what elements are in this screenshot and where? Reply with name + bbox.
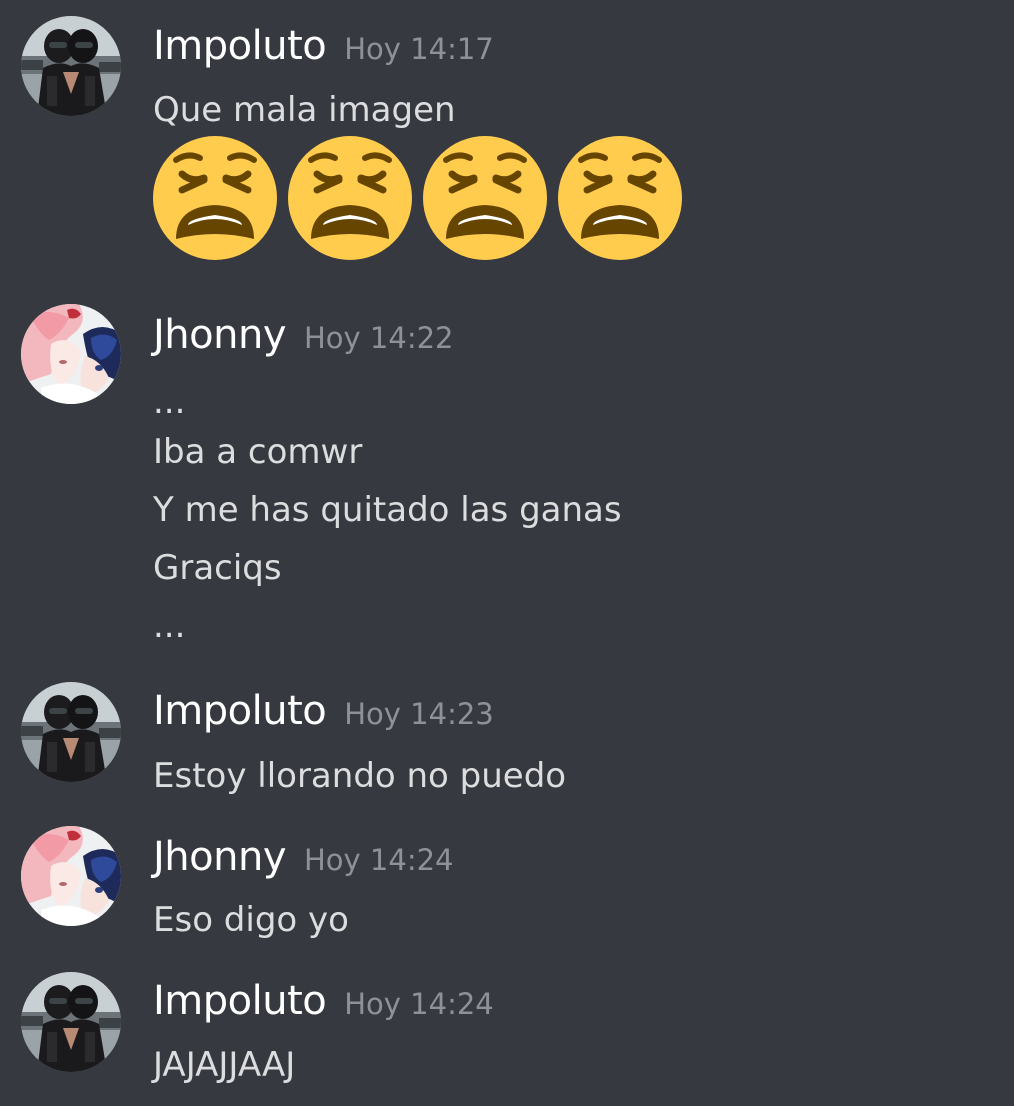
message-header: Impoluto Hoy 14:23	[153, 688, 494, 734]
timestamp: Hoy 14:24	[304, 843, 454, 877]
timestamp: Hoy 14:23	[344, 697, 494, 731]
avatar[interactable]	[21, 16, 121, 116]
message-text: Estoy llorando no puedo	[153, 756, 567, 796]
message-text: ...	[153, 382, 186, 422]
avatar[interactable]	[21, 972, 121, 1072]
username[interactable]: Impoluto	[153, 978, 327, 1024]
timestamp: Hoy 14:17	[344, 32, 494, 66]
username[interactable]: Jhonny	[153, 312, 287, 358]
message-text: JAJAJJAAJ	[153, 1045, 296, 1085]
weary-face-icon	[557, 135, 683, 261]
message-header: Jhonny Hoy 14:22	[153, 312, 454, 358]
message-header: Impoluto Hoy 14:24	[153, 978, 494, 1024]
username[interactable]: Impoluto	[153, 688, 327, 734]
weary-face-icon	[152, 135, 278, 261]
message-header: Jhonny Hoy 14:24	[153, 834, 454, 880]
avatar[interactable]	[21, 304, 121, 404]
weary-face-icon	[287, 135, 413, 261]
weary-face-icon	[422, 135, 548, 261]
message-text: Que mala imagen	[153, 90, 456, 130]
username[interactable]: Impoluto	[153, 23, 327, 69]
avatar[interactable]	[21, 826, 121, 926]
timestamp: Hoy 14:24	[344, 987, 494, 1021]
message-text: Y me has quitado las ganas	[153, 490, 622, 530]
message-text: ...	[153, 606, 186, 646]
username[interactable]: Jhonny	[153, 834, 287, 880]
avatar[interactable]	[21, 682, 121, 782]
emoji-row	[152, 135, 692, 261]
message-text: Graciqs	[153, 548, 282, 588]
message-text: Eso digo yo	[153, 900, 349, 940]
timestamp: Hoy 14:22	[304, 321, 454, 355]
message-header: Impoluto Hoy 14:17	[153, 23, 494, 69]
message-text: Iba a comwr	[153, 432, 363, 472]
